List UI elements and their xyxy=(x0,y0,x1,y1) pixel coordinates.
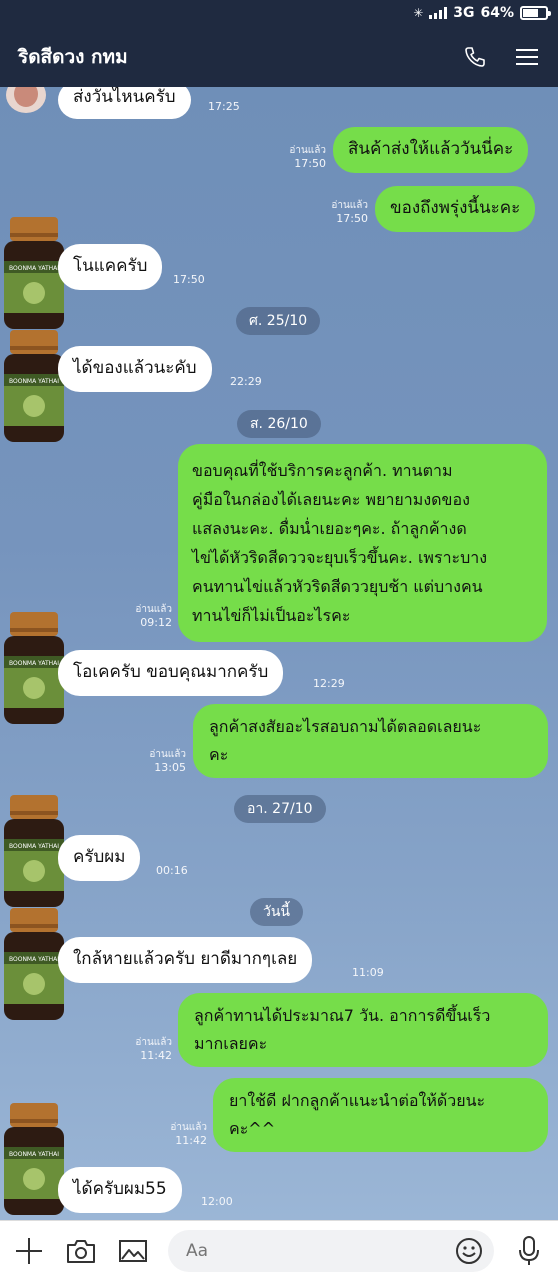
message-time: 09:12 xyxy=(140,616,172,629)
message-input[interactable] xyxy=(168,1229,494,1272)
avatar-brand-text: BOONMA YATHAI xyxy=(9,378,59,385)
avatar[interactable]: BOONMA YATHAI xyxy=(2,330,66,442)
message-bubble-outgoing[interactable]: ลูกค้าสงสัยอะไรสอบถามได้ตลอดเลยนะ คะ xyxy=(193,704,548,778)
camera-icon[interactable] xyxy=(64,1234,98,1268)
image-icon[interactable] xyxy=(116,1234,150,1268)
message-bubble-outgoing[interactable]: ยาใช้ดี ฝากลูกค้าแนะนำต่อให้ด้วยนะ คะ^^ xyxy=(213,1078,548,1152)
message-line: ลูกค้าสงสัยอะไรสอบถามได้ตลอดเลยนะ xyxy=(209,717,482,736)
avatar[interactable]: BOONMA YATHAI xyxy=(2,1103,66,1215)
message-meta: อ่านแล้ว 17:50 xyxy=(278,144,326,170)
message-line: ยาใช้ดี ฝากลูกค้าแนะนำต่อให้ด้วยนะ xyxy=(229,1091,486,1110)
battery-label: 64% xyxy=(480,5,514,21)
message-time: 12:00 xyxy=(201,1195,233,1208)
read-receipt: อ่านแล้ว xyxy=(289,145,326,156)
message-bubble-outgoing[interactable]: ขอบคุณที่ใช้บริการคะลูกค้า. ทานตาม คู่มื… xyxy=(178,444,547,642)
date-separator: อา. 27/10 xyxy=(234,795,326,823)
message-bubble-incoming[interactable]: ได้ของแล้วนะคับ xyxy=(58,346,212,392)
network-label: 3G xyxy=(453,5,475,21)
message-time: 12:29 xyxy=(313,677,345,690)
avatar[interactable]: BOONMA YATHAI xyxy=(2,217,66,329)
date-separator: ศ. 25/10 xyxy=(236,307,321,335)
microphone-icon[interactable] xyxy=(512,1234,546,1268)
emoji-icon[interactable] xyxy=(454,1236,484,1270)
read-receipt: อ่านแล้ว xyxy=(135,604,172,615)
message-meta: อ่านแล้ว 17:50 xyxy=(320,199,368,225)
status-bar: ✳ 3G 64% xyxy=(0,0,558,26)
message-bubble-outgoing[interactable]: ลูกค้าทานได้ประมาณ7 วัน. อาการดีขึ้นเร็ว… xyxy=(178,993,548,1067)
message-time: 17:50 xyxy=(294,157,326,170)
message-time: 17:50 xyxy=(173,273,205,286)
message-time: 11:42 xyxy=(175,1134,207,1147)
avatar[interactable]: BOONMA YATHAI xyxy=(2,612,66,724)
plus-icon[interactable] xyxy=(12,1234,46,1268)
message-time: 13:05 xyxy=(154,761,186,774)
avatar-brand-text: BOONMA YATHAI xyxy=(9,843,59,850)
chat-title: ริดสีดวง กทม xyxy=(18,45,128,68)
message-line: คะ xyxy=(209,745,229,764)
message-bubble-outgoing[interactable]: สินค้าส่งให้แล้ววันนี่คะ xyxy=(333,127,529,173)
avatar-brand-text: BOONMA YATHAI xyxy=(9,956,59,963)
bluetooth-icon: ✳ xyxy=(413,6,424,20)
message-bubble-incoming[interactable]: ใกล้หายแล้วครับ ยาดีมากๆเลย xyxy=(58,937,313,983)
message-bubble-incoming[interactable]: โนแคครับ xyxy=(58,244,163,290)
message-line: ไข่ได้หัวริดสีดววจะยุบเร็วขึ้นคะ. เพราะบ… xyxy=(192,548,488,567)
avatar[interactable]: BOONMA YATHAI xyxy=(2,795,66,907)
message-meta: อ่านแล้ว 13:05 xyxy=(138,748,186,774)
message-meta: อ่านแล้ว 09:12 xyxy=(124,603,172,629)
read-receipt: อ่านแล้ว xyxy=(331,200,368,211)
message-time: 11:09 xyxy=(352,966,384,979)
message-time: 11:42 xyxy=(140,1049,172,1062)
avatar[interactable]: BOONMA YATHAI xyxy=(2,908,66,1020)
message-line: คะ^^ xyxy=(229,1119,276,1138)
message-line: ลูกค้าทานได้ประมาณ7 วัน. อาการดีขึ้นเร็ว xyxy=(194,1006,491,1025)
message-meta: อ่านแล้ว 11:42 xyxy=(124,1036,172,1062)
date-separator: ส. 26/10 xyxy=(237,410,321,438)
chat-header: ริดสีดวง กทม xyxy=(0,26,558,87)
message-time: 00:16 xyxy=(156,864,188,877)
avatar-brand-text: BOONMA YATHAI xyxy=(9,660,59,667)
date-separator: วันนี้ xyxy=(250,898,304,926)
message-line: คนทานไข่แล้วหัวริดสีดววยุบช้า แต่บางคน xyxy=(192,577,483,596)
phone-icon[interactable] xyxy=(462,44,488,70)
message-time: 22:29 xyxy=(230,375,262,388)
message-time: 17:25 xyxy=(208,100,240,113)
message-bubble-incoming[interactable]: ได้ครับผม55 xyxy=(58,1167,182,1213)
message-line: แสลงนะคะ. ดื่มน่ำเยอะๆคะ. ถ้าลูกค้างด xyxy=(192,519,467,538)
message-bubble-incoming[interactable]: โอเคครับ ขอบคุณมากครับ xyxy=(58,650,284,696)
message-input-bar xyxy=(0,1220,558,1280)
message-bubble-outgoing[interactable]: ของถึงพรุ่งนี้นะคะ xyxy=(375,186,536,232)
avatar[interactable] xyxy=(6,87,46,113)
message-line: ทานไข่ก็ไม่เป็นอะไรคะ xyxy=(192,606,351,625)
chat-area[interactable]: ส่งวันไหนครับ 17:25 อ่านแล้ว 17:50 สินค้… xyxy=(0,87,558,1220)
message-meta: อ่านแล้ว 11:42 xyxy=(159,1121,207,1147)
message-bubble-incoming[interactable]: ส่งวันไหนครับ xyxy=(58,87,191,119)
message-line: ขอบคุณที่ใช้บริการคะลูกค้า. ทานตาม xyxy=(192,461,453,480)
message-bubble-incoming[interactable]: ครับผม xyxy=(58,835,141,881)
avatar-brand-text: BOONMA YATHAI xyxy=(9,265,59,272)
read-receipt: อ่านแล้ว xyxy=(170,1122,207,1133)
signal-icon xyxy=(429,7,448,19)
message-time: 17:50 xyxy=(336,212,368,225)
read-receipt: อ่านแล้ว xyxy=(135,1037,172,1048)
battery-icon xyxy=(520,6,551,20)
message-line: คู่มือในกล่องได้เลยนะคะ พยายามงดของ xyxy=(192,490,470,509)
message-input-wrapper xyxy=(168,1229,494,1272)
message-line: มากเลยคะ xyxy=(194,1034,268,1053)
read-receipt: อ่านแล้ว xyxy=(149,749,186,760)
menu-icon[interactable] xyxy=(514,44,540,70)
avatar-brand-text: BOONMA YATHAI xyxy=(9,1151,59,1158)
